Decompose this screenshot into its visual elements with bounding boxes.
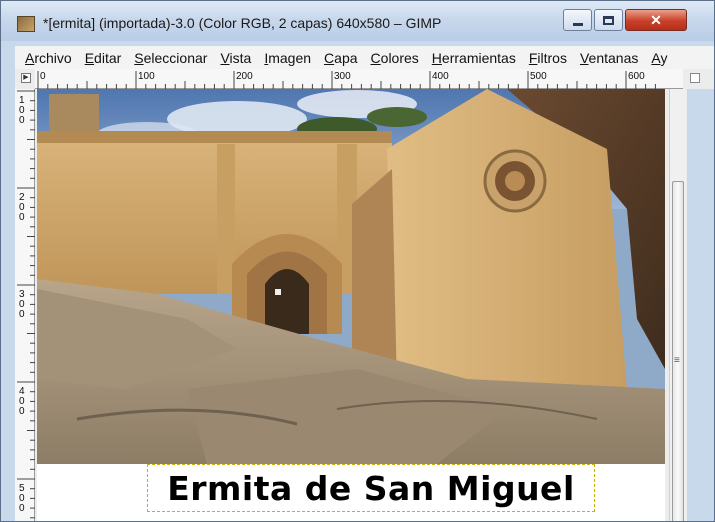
ruler-label: 100 <box>138 71 155 82</box>
gimp-app-icon <box>17 16 35 32</box>
menu-herramientas[interactable]: Herramientas <box>432 50 516 66</box>
canvas-image[interactable] <box>37 89 665 464</box>
maximize-button[interactable] <box>594 9 623 31</box>
ruler-label: 500 <box>530 71 547 82</box>
ruler-label: 0 <box>40 71 46 82</box>
text-layer[interactable]: Ermita de San Miguel <box>37 464 665 521</box>
close-button[interactable]: ✕ <box>625 9 687 31</box>
ruler-label: 0 <box>19 115 25 126</box>
menu-imagen[interactable]: Imagen <box>264 50 311 66</box>
menu-bar: Archivo Editar Seleccionar Vista Imagen … <box>15 45 714 70</box>
menu-ayuda[interactable]: Ay <box>651 50 667 66</box>
menu-colores[interactable]: Colores <box>371 50 419 66</box>
ruler-label: 400 <box>432 71 449 82</box>
menu-editar[interactable]: Editar <box>85 50 122 66</box>
play-icon: ▶ <box>23 74 29 81</box>
gimp-window: *[ermita] (importada)-3.0 (Color RGB, 2 … <box>0 0 715 522</box>
ruler-label: 0 <box>19 406 25 417</box>
ruler-label: 0 <box>19 212 25 223</box>
caption-text: Ermita de San Miguel <box>167 468 575 508</box>
chapel-photo <box>37 89 665 464</box>
zoom-lock-icon[interactable] <box>690 73 700 83</box>
menu-ventanas[interactable]: Ventanas <box>580 50 638 66</box>
minimize-button[interactable] <box>563 9 592 31</box>
navigate-button[interactable]: ▶ <box>21 73 31 83</box>
ruler-label: 0 <box>19 503 25 514</box>
menu-seleccionar[interactable]: Seleccionar <box>134 50 207 66</box>
scroll-grip-icon: ≡ <box>674 355 680 366</box>
ruler-label: 200 <box>236 71 253 82</box>
vertical-ruler[interactable]: 100200300400500 <box>15 89 35 521</box>
menu-capa[interactable]: Capa <box>324 50 357 66</box>
window-title: *[ermita] (importada)-3.0 (Color RGB, 2 … <box>43 15 442 31</box>
text-layer-boundary[interactable]: Ermita de San Miguel <box>147 464 595 512</box>
scrollbar-thumb[interactable] <box>672 181 684 521</box>
minimize-icon <box>572 22 583 26</box>
maximize-icon <box>603 15 614 25</box>
ruler-label: 0 <box>19 309 25 320</box>
horizontal-ruler[interactable]: 0 100 200 300 400 500 600 <box>35 69 700 89</box>
vertical-ruler-ticks: 100200300400500 <box>17 90 35 519</box>
horizontal-ruler-ticks: 0 100 200 300 400 500 600 <box>37 71 656 89</box>
ruler-label: 600 <box>628 71 645 82</box>
ruler-label: 300 <box>334 71 351 82</box>
menu-filtros[interactable]: Filtros <box>529 50 567 66</box>
menu-vista[interactable]: Vista <box>220 50 251 66</box>
close-icon: ✕ <box>650 11 662 28</box>
door <box>265 269 309 334</box>
window-border <box>687 89 714 521</box>
menu-archivo[interactable]: Archivo <box>25 50 72 66</box>
title-bar[interactable]: *[ermita] (importada)-3.0 (Color RGB, 2 … <box>1 1 714 41</box>
